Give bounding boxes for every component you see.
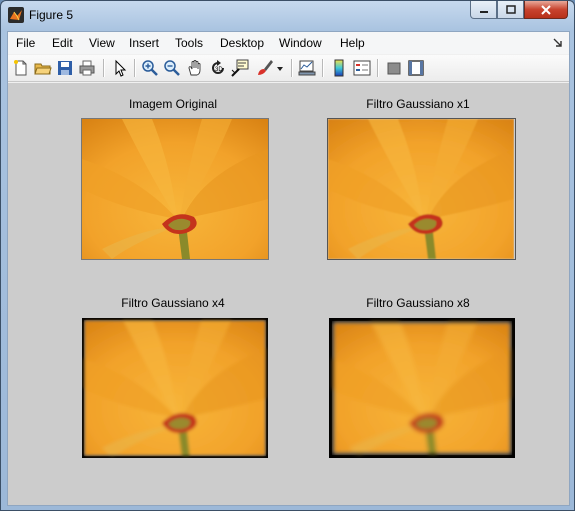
figure-window: Figure 5 File Edit View Insert Tools Des… [0,0,575,511]
maximize-button[interactable] [497,1,524,19]
toolbar-separator [322,59,324,77]
print-icon[interactable] [78,59,96,77]
flower-photo [82,119,268,259]
zoom-in-icon[interactable] [141,59,159,77]
image-gauss-x8 [329,318,515,458]
menu-desktop[interactable]: Desktop [220,36,264,50]
menu-tools[interactable]: Tools [175,36,203,50]
client-area: File Edit View Insert Tools Desktop Wind… [7,31,570,506]
svg-text:3D: 3D [215,67,223,73]
figure-canvas: Imagem Original Filtro Gaussiano x1 Filt… [8,83,569,505]
close-icon [541,4,551,15]
caption-buttons [470,1,568,21]
zoom-out-icon[interactable] [163,59,181,77]
pan-hand-icon[interactable] [186,59,204,77]
flower-photo [329,318,515,458]
axes-title-gauss-x1: Filtro Gaussiano x1 [366,97,470,111]
toolbar: 3D [8,55,569,82]
brush-dropdown-icon[interactable] [275,59,285,77]
maximize-icon [505,4,516,14]
image-gauss-x4 [82,318,268,458]
toolbar-separator [377,59,379,77]
insert-legend-icon[interactable] [353,59,371,77]
data-cursor-icon[interactable] [231,59,249,77]
axes-title-original: Imagem Original [128,97,218,111]
toolbar-separator [103,59,105,77]
axes-title-gauss-x8: Filtro Gaussiano x8 [366,296,470,310]
toolbar-separator [134,59,136,77]
save-icon[interactable] [56,59,74,77]
hide-plot-tools-icon[interactable] [385,59,403,77]
flower-photo [328,119,514,259]
rotate-3d-icon[interactable]: 3D [209,59,227,77]
menu-insert[interactable]: Insert [129,36,159,50]
image-original [81,118,269,260]
link-plot-icon[interactable] [298,59,316,77]
menu-window[interactable]: Window [279,36,322,50]
dock-arrow-icon[interactable] [553,38,563,48]
new-figure-icon[interactable] [12,59,30,77]
minimize-icon [479,10,488,13]
window-title: Figure 5 [29,8,74,22]
edit-plot-cursor-icon[interactable] [111,59,129,77]
show-plot-tools-icon[interactable] [407,59,425,77]
title-bar[interactable]: Figure 5 [1,1,574,29]
axes-title-gauss-x4: Filtro Gaussiano x4 [121,296,225,310]
toolbar-separator [291,59,293,77]
open-file-icon[interactable] [34,59,52,77]
menu-edit[interactable]: Edit [52,36,73,50]
minimize-button[interactable] [470,1,497,19]
menu-help[interactable]: Help [340,36,365,50]
menu-bar: File Edit View Insert Tools Desktop Wind… [8,32,569,54]
matlab-icon [8,7,24,23]
close-button[interactable] [524,1,568,19]
flower-photo [82,318,268,458]
brush-icon[interactable] [256,59,274,77]
image-gauss-x1 [327,118,516,260]
insert-colorbar-icon[interactable] [330,59,348,77]
menu-view[interactable]: View [89,36,115,50]
menu-file[interactable]: File [16,36,35,50]
